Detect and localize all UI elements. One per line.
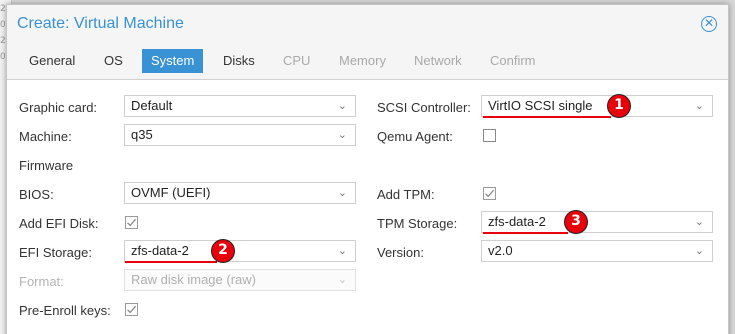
system-form: Graphic card: Default ⌄ Machine: q35 ⌄ F… <box>7 79 728 334</box>
bios-value: OVMF (UEFI) <box>131 185 211 200</box>
background-fragment: 2 <box>0 4 6 14</box>
efi-storage-label: EFI Storage: <box>19 245 92 260</box>
graphic-card-value: Default <box>131 98 173 113</box>
format-label: Format: <box>19 274 64 289</box>
qemu-agent-checkbox[interactable] <box>483 129 496 142</box>
format-value: Raw disk image (raw) <box>131 272 256 287</box>
chevron-down-icon: ⌄ <box>337 274 347 286</box>
firmware-heading: Firmware <box>19 158 74 173</box>
tab-memory: Memory <box>339 53 386 68</box>
close-icon: ✕ <box>703 16 715 30</box>
tab-system[interactable]: System <box>142 49 204 73</box>
machine-label: Machine: <box>19 129 72 144</box>
add-efi-disk-checkbox[interactable] <box>125 216 138 229</box>
add-efi-disk-label: Add EFI Disk: <box>19 216 99 231</box>
chevron-down-icon: ⌄ <box>337 187 347 199</box>
scsi-controller-label: SCSI Controller: <box>377 100 471 115</box>
chevron-down-icon: ⌄ <box>337 100 347 112</box>
tab-cpu: CPU <box>283 53 311 68</box>
tpm-storage-label: TPM Storage: <box>377 216 458 231</box>
add-tpm-checkbox[interactable] <box>483 187 496 200</box>
chevron-down-icon: ⌄ <box>337 245 347 257</box>
tpm-storage-value: zfs-data-2 <box>488 214 546 229</box>
pre-enroll-keys-label: Pre-Enroll keys: <box>19 303 111 318</box>
bios-select[interactable]: OVMF (UEFI) ⌄ <box>124 182 356 204</box>
close-button[interactable]: ✕ <box>701 16 717 32</box>
tpm-storage-select[interactable]: zfs-data-2 ⌄ <box>481 211 713 233</box>
bios-label: BIOS: <box>19 187 54 202</box>
add-tpm-label: Add TPM: <box>377 187 435 202</box>
background-fragment: 0 <box>0 20 6 30</box>
tab-confirm: Confirm <box>490 53 536 68</box>
annotation-marker-1: 1 <box>607 94 631 118</box>
efi-storage-highlight-underline <box>125 261 217 263</box>
checkmark-icon <box>127 305 137 314</box>
checkmark-icon <box>485 189 495 198</box>
scsi-controller-value: VirtIO SCSI single <box>488 98 593 113</box>
dialog-title: Create: Virtual Machine <box>17 15 184 32</box>
annotation-marker-3: 3 <box>564 210 588 234</box>
tpm-storage-highlight-underline <box>483 232 568 234</box>
wizard-tab-bar: General OS System Disks CPU Memory Netwo… <box>7 47 728 75</box>
chevron-down-icon: ⌄ <box>337 129 347 141</box>
machine-value: q35 <box>131 127 153 142</box>
efi-storage-value: zfs-data-2 <box>131 243 189 258</box>
dialog-title-bar[interactable]: Create: Virtual Machine ✕ <box>7 5 728 43</box>
tab-os[interactable]: OS <box>95 49 132 73</box>
annotation-marker-2: 2 <box>211 239 235 263</box>
version-select[interactable]: v2.0 ⌄ <box>481 240 713 262</box>
graphic-card-label: Graphic card: <box>19 100 98 115</box>
chevron-down-icon: ⌄ <box>694 216 704 228</box>
background-fragment: 0 <box>0 52 6 62</box>
chevron-down-icon: ⌄ <box>694 100 704 112</box>
scsi-highlight-underline <box>483 116 611 118</box>
tab-network: Network <box>414 53 462 68</box>
tab-disks[interactable]: Disks <box>214 49 264 73</box>
pre-enroll-keys-checkbox[interactable] <box>125 303 138 316</box>
machine-select[interactable]: q35 ⌄ <box>124 124 356 146</box>
efi-storage-select[interactable]: zfs-data-2 ⌄ <box>124 240 356 262</box>
background-fragment: 2 <box>0 36 6 46</box>
tab-general[interactable]: General <box>20 49 84 73</box>
chevron-down-icon: ⌄ <box>694 245 704 257</box>
graphic-card-select[interactable]: Default ⌄ <box>124 95 356 117</box>
qemu-agent-label: Qemu Agent: <box>377 129 453 144</box>
version-label: Version: <box>377 245 424 260</box>
version-value: v2.0 <box>488 243 513 258</box>
checkmark-icon <box>127 218 137 227</box>
format-select: Raw disk image (raw) ⌄ <box>124 269 356 291</box>
scsi-controller-select[interactable]: VirtIO SCSI single ⌄ <box>481 95 713 117</box>
create-vm-dialog: Create: Virtual Machine ✕ General OS Sys… <box>6 4 729 334</box>
